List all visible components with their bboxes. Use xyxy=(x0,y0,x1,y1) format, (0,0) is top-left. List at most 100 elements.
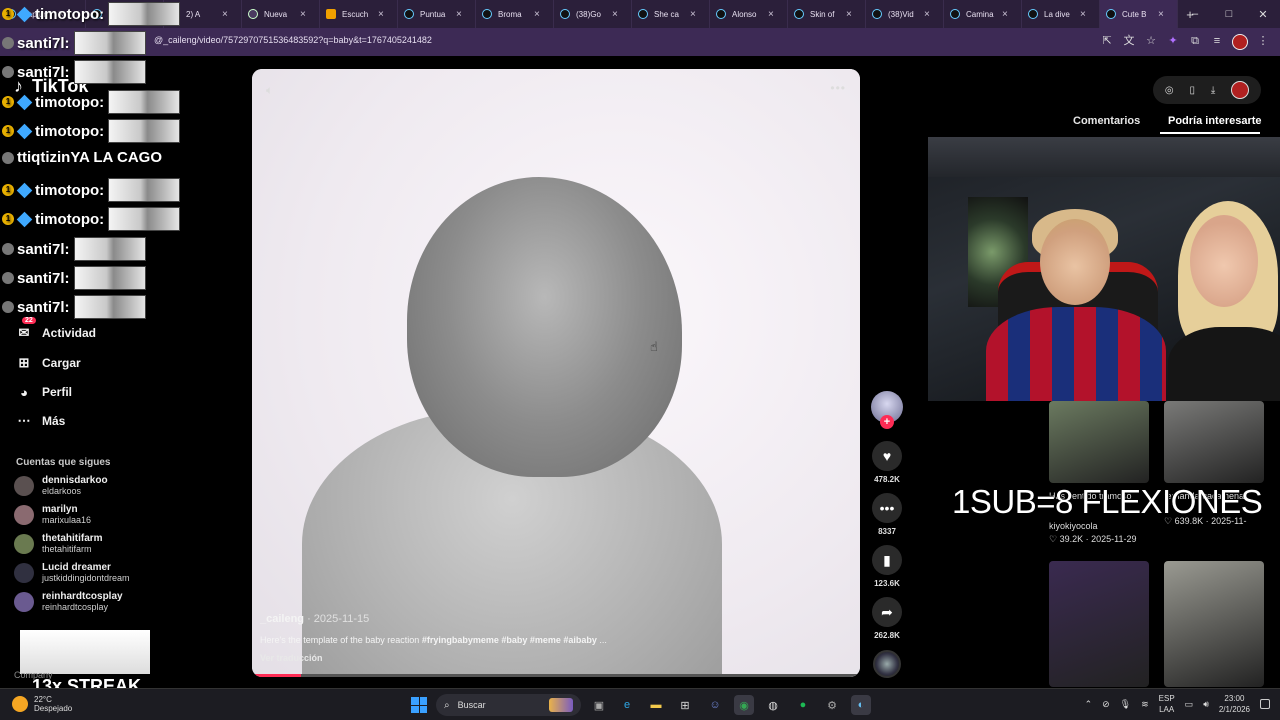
sidebar-item-perfil[interactable]: ◕ Perfil xyxy=(16,384,72,400)
tab-close-icon[interactable]: × xyxy=(1080,9,1086,20)
sidebar-item-cargar[interactable]: ⊞ Cargar xyxy=(16,355,81,371)
edge-icon[interactable]: e xyxy=(617,695,637,715)
heart-action[interactable]: ♥ 478.2K xyxy=(871,441,903,484)
mic-icon[interactable]: 🎙︎ xyxy=(1120,699,1131,710)
more-options-icon[interactable]: ••• xyxy=(830,81,846,95)
close-window-button[interactable]: ✕ xyxy=(1246,8,1280,21)
obs-icon[interactable]: ◍ xyxy=(763,695,783,715)
browser-tab[interactable]: She ca × xyxy=(632,0,710,28)
video-progress-track[interactable] xyxy=(252,674,860,677)
tray-chevron-icon[interactable]: ⌃ xyxy=(1085,699,1093,710)
maximize-button[interactable]: □ xyxy=(1212,8,1246,20)
recommended-video-thumbnail[interactable] xyxy=(1164,561,1264,687)
tab-close-icon[interactable]: × xyxy=(924,9,930,20)
display-icon[interactable]: ▭ xyxy=(1185,699,1194,710)
following-account[interactable]: Lucid dreamer justkiddingidontdream xyxy=(14,562,130,584)
tab-close-icon[interactable]: × xyxy=(612,9,618,20)
follow-button[interactable]: + xyxy=(880,415,894,429)
bookmark-star-icon[interactable]: ☆ xyxy=(1144,34,1158,48)
chrome-icon[interactable]: ◉ xyxy=(734,695,754,715)
music-disc-icon[interactable] xyxy=(873,650,901,678)
action-count: 8337 xyxy=(878,527,896,536)
see-translation-link[interactable]: Ver traducción xyxy=(260,653,323,663)
settings-gear-icon[interactable]: ⚙ xyxy=(822,695,842,715)
tab-close-icon[interactable]: × xyxy=(846,9,852,20)
steam-icon[interactable]: ◐ xyxy=(851,695,871,715)
extensions-puzzle-icon[interactable]: ⧉ xyxy=(1188,34,1202,48)
bookmark-action[interactable]: ▮ 123.6K xyxy=(871,545,903,588)
browser-tab[interactable]: Nueva × xyxy=(242,0,320,28)
following-account[interactable]: marilyn marixulaa16 xyxy=(14,504,91,526)
translate-icon[interactable]: 文 xyxy=(1122,34,1136,48)
discord-icon[interactable]: ☺ xyxy=(705,695,725,715)
share-icon[interactable]: ➦ xyxy=(872,597,902,627)
tab-close-icon[interactable]: × xyxy=(1002,9,1008,20)
coins-icon[interactable]: ◎ xyxy=(1165,85,1174,96)
sidebar-item-actividad[interactable]: ✉ 22 Actividad xyxy=(16,317,96,341)
comment-icon[interactable]: ••• xyxy=(872,493,902,523)
task-view-icon[interactable]: ▣ xyxy=(589,695,609,715)
following-account[interactable]: reinhardtcosplay reinhardtcosplay xyxy=(14,591,123,613)
windows-start-icon[interactable] xyxy=(411,697,427,713)
url-field[interactable]: @_caileng/video/7572970751536483592?q=ba… xyxy=(154,35,432,45)
tab-close-icon[interactable]: × xyxy=(456,9,462,20)
recommended-video-thumbnail[interactable] xyxy=(1049,401,1149,483)
user-avatar[interactable] xyxy=(1231,81,1250,99)
install-app-icon[interactable]: ⇱ xyxy=(1100,34,1114,48)
browser-menu-icon[interactable]: ⋮ xyxy=(1256,34,1270,48)
heart-icon[interactable]: ♥ xyxy=(872,441,902,471)
taskbar-search[interactable]: ⌕ Buscar xyxy=(436,694,581,716)
description-hashtags[interactable]: #fryingbabymeme #baby #meme #aibaby xyxy=(422,635,597,645)
store-icon[interactable]: ⊞ xyxy=(675,695,695,715)
tab-close-icon[interactable]: × xyxy=(1158,9,1164,20)
tab-related[interactable]: Podría interesarte xyxy=(1168,115,1262,127)
notification-icon[interactable] xyxy=(1260,699,1270,709)
following-account[interactable]: thetahitifarm thetahitifarm xyxy=(14,533,103,555)
share-action[interactable]: ➦ 262.8K xyxy=(871,597,903,640)
media-control-icon[interactable]: ≡ xyxy=(1210,34,1224,48)
sidebar-item-más[interactable]: ⋯ Más xyxy=(16,413,66,429)
wifi-icon[interactable]: ≋ xyxy=(1141,699,1149,710)
device-icon[interactable]: ▯ xyxy=(1189,85,1195,96)
browser-tab[interactable]: Escuch × xyxy=(320,0,398,28)
author-handle[interactable]: _caileng xyxy=(260,613,304,625)
browser-tab[interactable]: La dive × xyxy=(1022,0,1100,28)
recommended-video-thumbnail[interactable] xyxy=(1164,401,1264,483)
browser-profile-avatar[interactable] xyxy=(1232,34,1248,50)
volume-icon[interactable]: 🔈︎ xyxy=(266,83,273,98)
video-author[interactable]: _caileng · 2025-11-15 xyxy=(260,613,369,625)
browser-tab[interactable]: Cute B × xyxy=(1100,0,1178,28)
network-off-icon[interactable]: ⊘ xyxy=(1102,699,1110,710)
chat-message: ttiqtizin YA LA CAGO xyxy=(2,149,162,166)
following-account[interactable]: dennisdarkoo eldarkoos xyxy=(14,475,108,497)
language-indicator[interactable]: ESP LAA xyxy=(1159,693,1175,715)
browser-tab[interactable]: (38)Go × xyxy=(554,0,632,28)
tab-close-icon[interactable]: × xyxy=(222,9,228,20)
tab-comments[interactable]: Comentarios xyxy=(1073,115,1140,127)
tab-close-icon[interactable]: × xyxy=(300,9,306,20)
recommended-video-author[interactable]: kiyokiyocola xyxy=(1049,521,1098,531)
streamer-webcam xyxy=(928,137,1280,401)
file-explorer-icon[interactable]: ▬ xyxy=(646,695,666,715)
recommended-video-thumbnail[interactable] xyxy=(1049,561,1149,687)
browser-tab[interactable]: Camina × xyxy=(944,0,1022,28)
tab-close-icon[interactable]: × xyxy=(690,9,696,20)
clock[interactable]: 23:00 2/1/2026 xyxy=(1219,693,1250,715)
browser-tab[interactable]: Skin of × xyxy=(788,0,866,28)
minimize-button[interactable]: – xyxy=(1178,8,1212,20)
comment-action[interactable]: ••• 8337 xyxy=(871,493,903,536)
browser-tab[interactable]: Alonso × xyxy=(710,0,788,28)
spotify-icon[interactable]: ● xyxy=(793,695,813,715)
tab-close-icon[interactable]: × xyxy=(378,9,384,20)
extension-icon[interactable]: ✦ xyxy=(1166,34,1180,48)
volume-tray-icon[interactable]: 🔊︎ xyxy=(1203,699,1209,710)
weather-widget[interactable]: 22°C Despejado xyxy=(12,695,72,713)
browser-tab[interactable]: Broma × xyxy=(476,0,554,28)
browser-tab[interactable]: Puntua × xyxy=(398,0,476,28)
video-player[interactable]: 🔈︎ ••• ☝︎ _caileng · 2025-11-15 Here's t… xyxy=(252,69,860,677)
download-icon[interactable]: ⤓ xyxy=(1211,85,1215,96)
browser-tab[interactable]: (38)Vid × xyxy=(866,0,944,28)
tab-close-icon[interactable]: × xyxy=(534,9,540,20)
bookmark-icon[interactable]: ▮ xyxy=(872,545,902,575)
tab-close-icon[interactable]: × xyxy=(768,9,774,20)
